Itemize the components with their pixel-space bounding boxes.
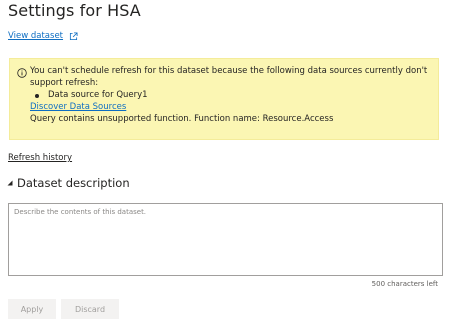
unsupported-function-detail: Query contains unsupported function. Fun… (30, 114, 334, 124)
apply-button[interactable]: Apply (8, 299, 56, 319)
info-icon (17, 68, 27, 78)
external-link-icon (69, 31, 78, 40)
bullet-icon (35, 93, 39, 98)
discard-button[interactable]: Discard (61, 299, 119, 319)
discover-data-sources-link[interactable]: Discover Data Sources (30, 102, 126, 114)
refresh-history-link[interactable]: Refresh history (8, 152, 72, 164)
dataset-description-input[interactable] (8, 203, 443, 276)
characters-left-counter: 500 characters left (371, 280, 438, 288)
view-dataset-link[interactable]: View dataset (8, 30, 78, 42)
refresh-warning-banner: You can't schedule refresh for this data… (9, 58, 439, 140)
dataset-description-toggle[interactable]: Dataset description (6, 175, 130, 191)
dataset-settings-page: Settings for HSA View dataset You can't … (0, 0, 474, 319)
view-dataset-label: View dataset (8, 31, 64, 41)
page-title: Settings for HSA (8, 1, 141, 20)
data-source-name: Data source for Query1 (48, 90, 148, 100)
collapse-triangle-icon (7, 180, 13, 186)
warning-message: You can't schedule refresh for this data… (30, 66, 428, 88)
section-heading: Dataset description (17, 176, 130, 190)
list-item: Data source for Query1 (30, 90, 148, 102)
